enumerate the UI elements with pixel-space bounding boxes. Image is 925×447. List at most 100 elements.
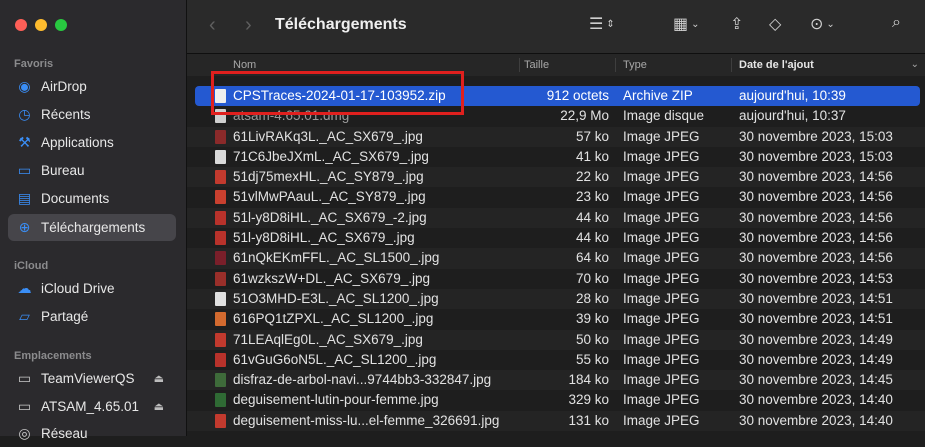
zoom-window-button[interactable] (55, 19, 67, 31)
file-size: 41 ko (575, 148, 609, 164)
sidebar-item-shared[interactable]: ▱ Partagé (8, 303, 176, 330)
jpeg-thumbnail-icon (215, 190, 226, 205)
sidebar-item-airdrop[interactable]: ◉ AirDrop (8, 73, 176, 100)
back-icon[interactable]: ‹ (209, 14, 216, 37)
file-date: 30 novembre 2023, 14:56 (739, 189, 893, 205)
chevron-updown-icon: ⇕ (606, 18, 615, 30)
sidebar-item-label: Documents (41, 191, 110, 206)
sidebar-item-teamviewerqs[interactable]: ▭ TeamViewerQS ⏏ (8, 365, 176, 392)
file-kind: Image JPEG (623, 169, 700, 185)
column-header-date[interactable]: Date de l'ajout (739, 59, 814, 71)
minimize-window-button[interactable] (35, 19, 47, 31)
tag-button[interactable]: ◇ (769, 14, 781, 34)
search-button[interactable]: ⌕ (892, 14, 901, 32)
tag-icon: ◇ (769, 16, 782, 33)
file-row[interactable]: 61LivRAKq3L._AC_SX679_.jpg 57 ko Image J… (187, 126, 925, 147)
jpeg-thumbnail-icon (215, 393, 226, 408)
sidebar-item-icloud-drive[interactable]: ☁ iCloud Drive (8, 275, 176, 302)
file-name: 61LivRAKq3L._AC_SX679_.jpg (233, 128, 423, 144)
file-name: atsam-4.65.01.dmg (233, 108, 350, 124)
chevron-down-icon: ⌄ (691, 18, 700, 30)
sidebar-item-downloads[interactable]: ⊕ Téléchargements (8, 214, 176, 241)
sort-chevron-icon: ⌄ (910, 59, 919, 70)
file-row[interactable]: 61vGuG6oN5L._AC_SL1200_.jpg 55 ko Image … (187, 350, 925, 370)
sidebar-item-documents[interactable]: ▤ Documents (8, 185, 176, 212)
jpeg-thumbnail-icon (215, 271, 226, 286)
more-actions-button[interactable]: ⊙ ⌄ (810, 14, 835, 34)
shared-folder-icon: ▱ (19, 308, 30, 324)
column-header-kind[interactable]: Type (623, 59, 647, 71)
file-row[interactable]: 71LEAqlEg0L._AC_SX679_.jpg 50 ko Image J… (187, 329, 925, 350)
file-date: 30 novembre 2023, 14:56 (739, 209, 893, 225)
file-date: 30 novembre 2023, 14:49 (739, 351, 893, 367)
file-name: 61wzkszW+DL._AC_SX679_.jpg (233, 270, 430, 286)
jpeg-thumbnail-icon (215, 251, 226, 266)
group-button[interactable]: ▦ ⌄ (673, 14, 700, 34)
file-date: 30 novembre 2023, 14:56 (739, 169, 893, 185)
file-size: 131 ko (568, 412, 609, 428)
forward-icon[interactable]: › (245, 14, 252, 37)
file-size: 28 ko (575, 290, 609, 306)
file-row[interactable]: 51dj75mexHL._AC_SY879_.jpg 22 ko Image J… (187, 167, 925, 188)
file-row[interactable]: 51vlMwPAauL._AC_SY879_.jpg 23 ko Image J… (187, 187, 925, 207)
sidebar-item-label: TeamViewerQS (41, 371, 135, 386)
file-size: 329 ko (568, 392, 609, 408)
file-date: 30 novembre 2023, 14:40 (739, 392, 893, 408)
column-separator[interactable] (519, 58, 520, 72)
sidebar-item-label: Téléchargements (41, 220, 146, 235)
file-row[interactable]: 51l-y8D8iHL._AC_SX679_.jpg 44 ko Image J… (187, 228, 925, 248)
locations-section-title: Emplacements (14, 350, 92, 362)
document-icon: ▤ (17, 190, 32, 206)
file-size: 23 ko (575, 189, 609, 205)
sidebar-item-network[interactable]: ◎ Réseau (8, 420, 176, 447)
file-row[interactable]: deguisement-miss-lu...el-femme_326691.jp… (187, 410, 925, 432)
favorites-section-title: Favoris (14, 58, 54, 70)
eject-icon[interactable]: ⏏ (154, 372, 164, 385)
grid-icon: ▦ (673, 16, 689, 33)
jpeg-thumbnail-icon (215, 413, 226, 428)
airdrop-icon: ◉ (18, 78, 31, 94)
file-date: aujourd'hui, 10:37 (739, 108, 846, 124)
window-title: Téléchargements (275, 16, 407, 33)
jpeg-thumbnail-icon (215, 373, 226, 388)
file-size: 55 ko (575, 351, 609, 367)
file-row[interactable]: 616PQ1tZPXL._AC_SL1200_.jpg 39 ko Image … (187, 309, 925, 329)
column-separator[interactable] (731, 58, 732, 72)
sidebar-item-applications[interactable]: ⚒ Applications (8, 129, 176, 156)
file-name: 51l-y8D8iHL._AC_SX679_.jpg (233, 230, 415, 246)
file-row[interactable]: 51l-y8D8iHL._AC_SX679_-2.jpg 44 ko Image… (187, 207, 925, 229)
sidebar-item-atsam[interactable]: ▭ ATSAM_4.65.01 ⏏ (8, 393, 176, 420)
file-row[interactable]: CPSTraces-2024-01-17-103952.zip 912 octe… (195, 86, 920, 107)
sidebar-item-recents[interactable]: ◷ Récents (8, 101, 176, 128)
share-button[interactable]: ⇪ (730, 14, 743, 34)
toolbar: ‹ › Téléchargements ☰ ⇕ ▦ ⌄ ⇪ ◇ ⊙ ⌄ ⌕ (187, 0, 925, 54)
list-view-button[interactable]: ☰ ⇕ (589, 14, 615, 34)
sidebar-item-desktop[interactable]: ▭ Bureau (8, 157, 176, 184)
icloud-section-title: iCloud (14, 260, 49, 272)
file-row[interactable]: 51O3MHD-E3L._AC_SL1200_.jpg 28 ko Image … (187, 288, 925, 310)
column-header-size[interactable]: Taille (524, 59, 549, 71)
list-view-icon: ☰ (589, 16, 604, 33)
file-row[interactable]: atsam-4.65.01.dmg 22,9 Mo Image disque a… (187, 106, 925, 126)
eject-icon[interactable]: ⏏ (154, 400, 164, 413)
sidebar-item-label: Partagé (41, 309, 89, 324)
file-row[interactable]: 71C6JbeJXmL._AC_SX679_.jpg 41 ko Image J… (187, 147, 925, 167)
file-size: 184 ko (568, 372, 609, 388)
file-size: 44 ko (575, 230, 609, 246)
file-row[interactable]: disfraz-de-arbol-navi...9744bb3-332847.j… (187, 370, 925, 391)
file-kind: Image JPEG (623, 209, 700, 225)
file-row[interactable]: deguisement-lutin-pour-femme.jpg 329 ko … (187, 390, 925, 410)
close-window-button[interactable] (15, 19, 27, 31)
file-row[interactable]: 61wzkszW+DL._AC_SX679_.jpg 70 ko Image J… (187, 269, 925, 289)
column-header-name[interactable]: Nom (233, 59, 256, 71)
file-date: 30 novembre 2023, 14:51 (739, 290, 893, 306)
column-separator[interactable] (615, 58, 616, 72)
cloud-icon: ☁ (17, 280, 32, 296)
file-kind: Image JPEG (623, 128, 700, 144)
file-name: 616PQ1tZPXL._AC_SL1200_.jpg (233, 311, 434, 327)
file-date: 30 novembre 2023, 14:53 (739, 270, 893, 286)
file-date: 30 novembre 2023, 14:49 (739, 331, 893, 347)
file-row[interactable]: 61nQkEKmFFL._AC_SL1500_.jpg 64 ko Image … (187, 248, 925, 269)
file-name: 71C6JbeJXmL._AC_SX679_.jpg (233, 148, 429, 164)
sidebar-item-label: Récents (41, 107, 91, 122)
